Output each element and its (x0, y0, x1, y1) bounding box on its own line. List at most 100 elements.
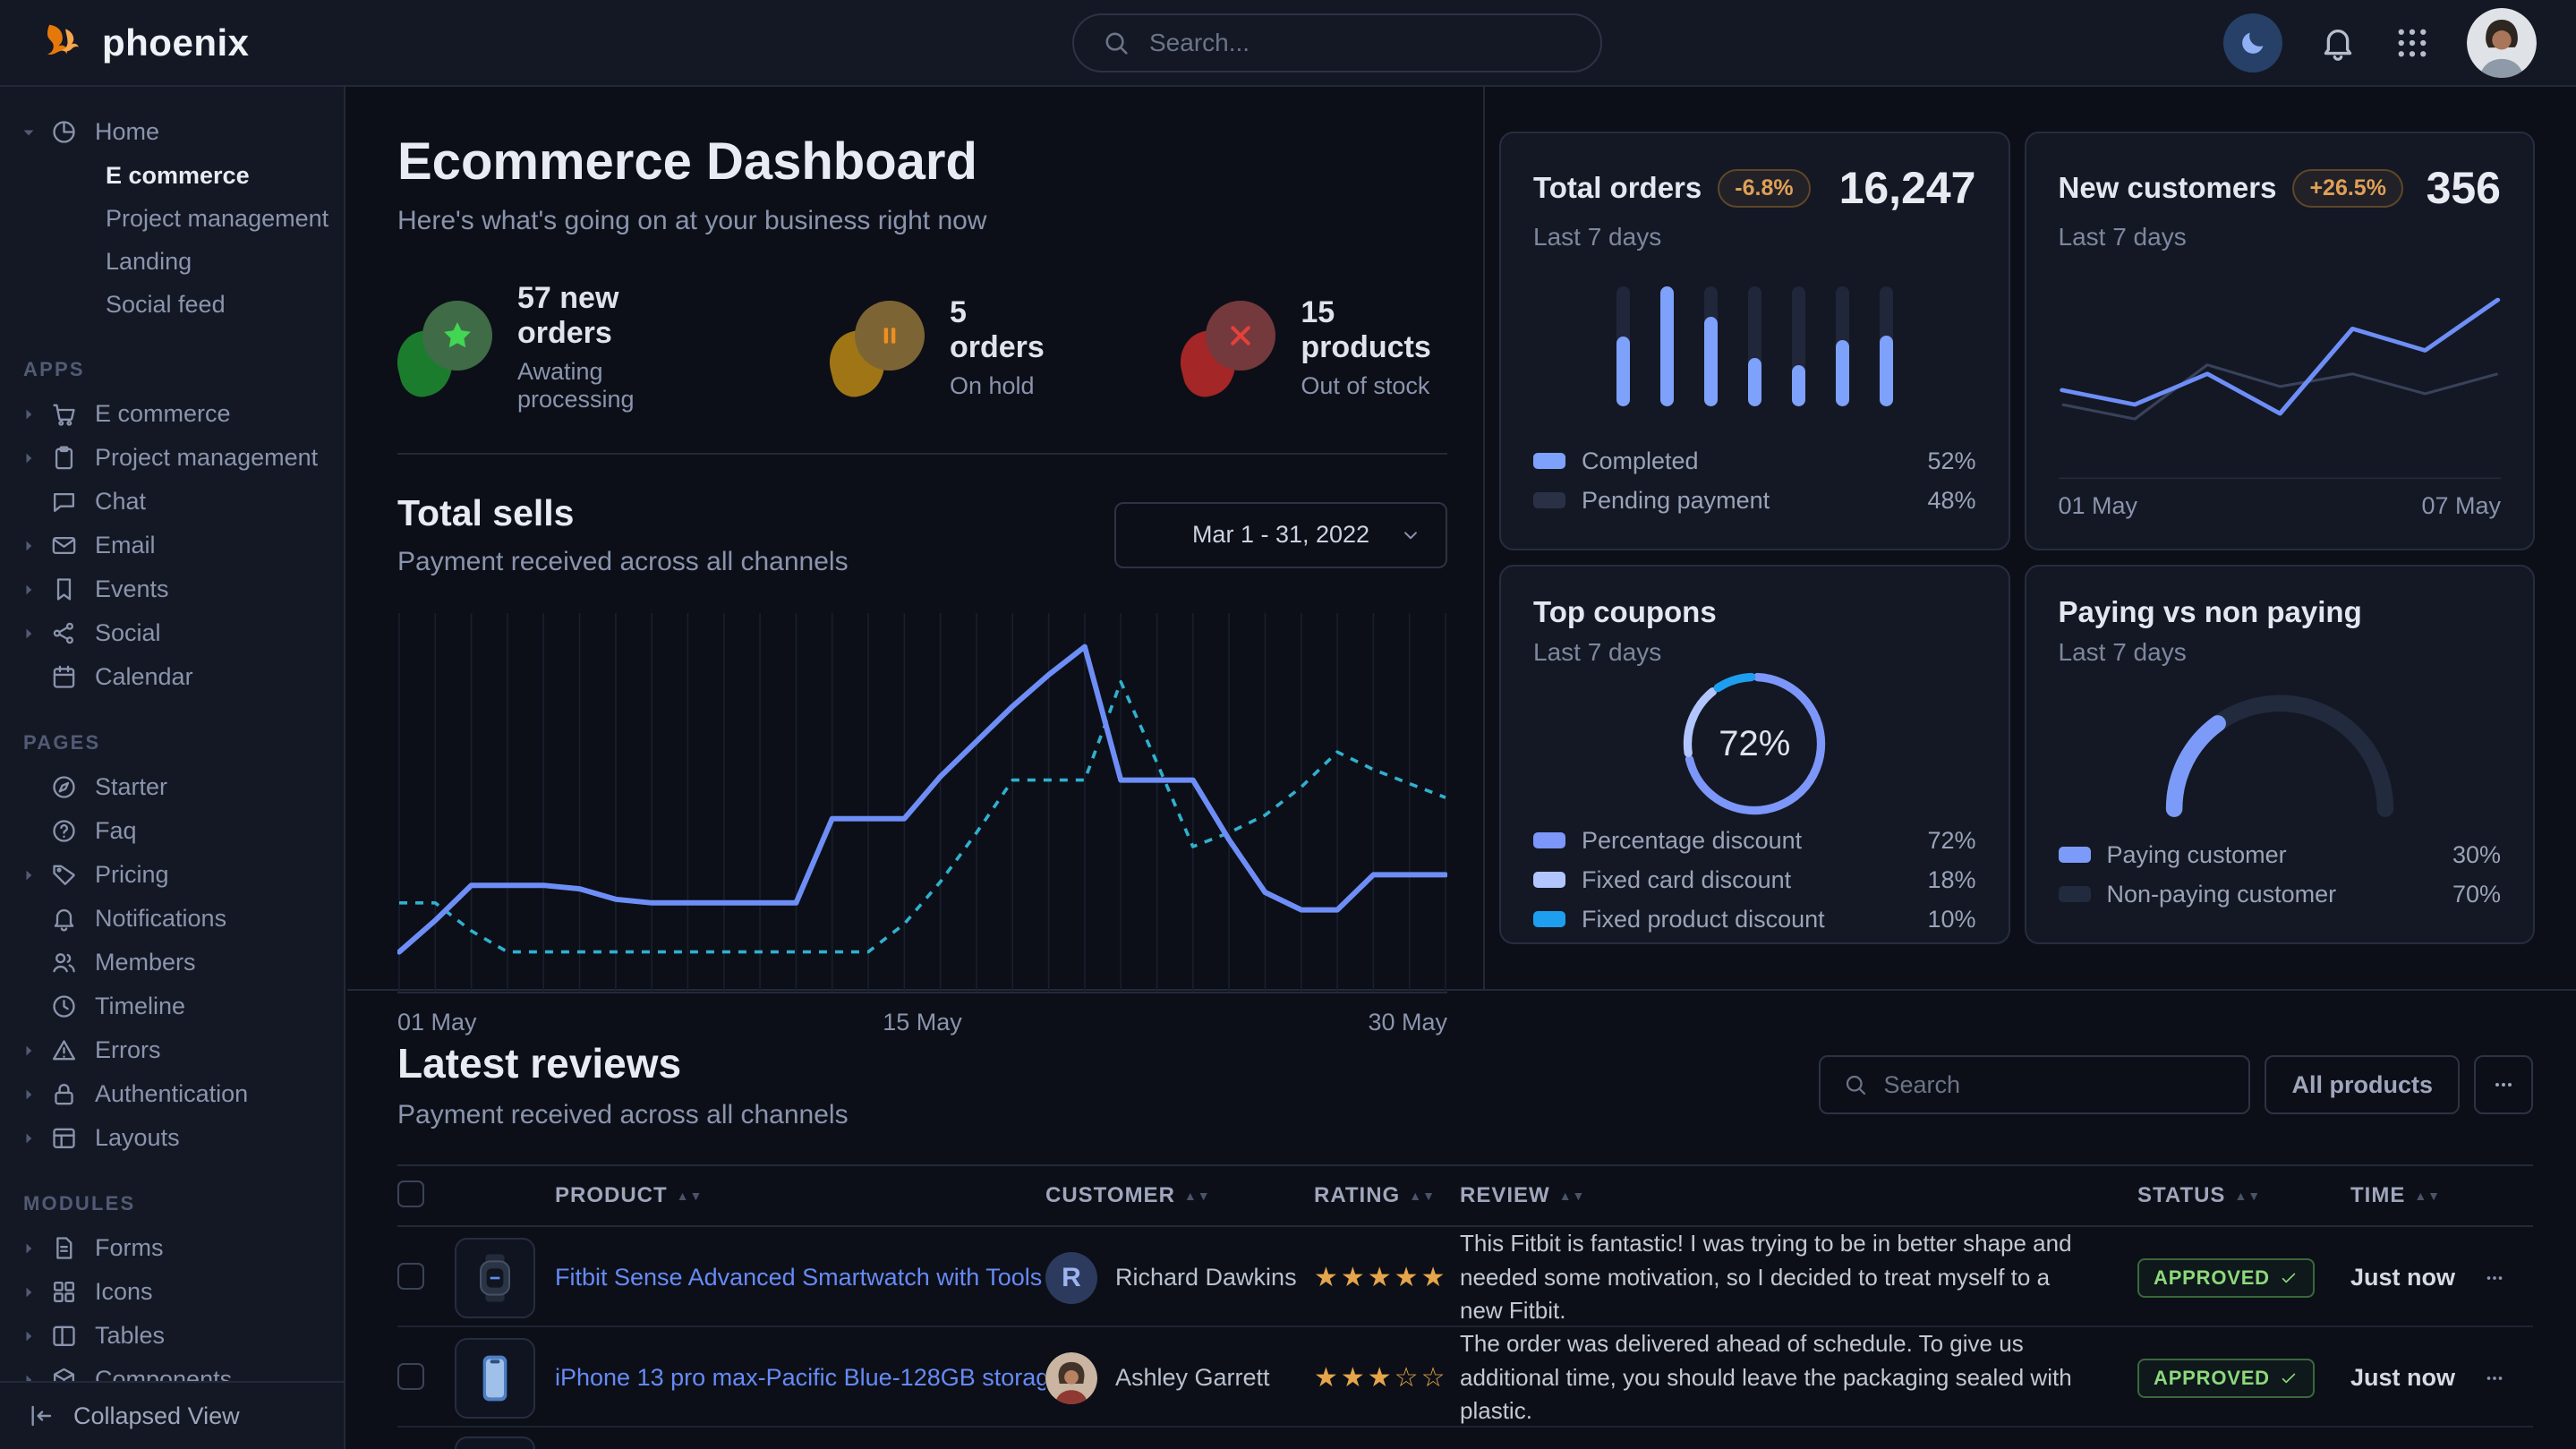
reviews-more-button[interactable] (2474, 1055, 2533, 1114)
sidebar-item-label: Project management (95, 444, 318, 472)
sidebar-item-starter[interactable]: Starter (0, 765, 344, 809)
global-search-input[interactable] (1149, 29, 1574, 57)
sidebar-item-forms[interactable]: Forms (0, 1226, 344, 1270)
total-sells-x-axis: 01 May 15 May 30 May (397, 1009, 1447, 1036)
check-icon (2279, 1368, 2299, 1388)
collapsed-view-toggle[interactable]: Collapsed View (0, 1381, 344, 1449)
apps-grid-button[interactable] (2393, 24, 2431, 62)
topbar-actions (2223, 8, 2537, 78)
sidebar-item-e-commerce[interactable]: E commerce (0, 392, 344, 436)
legend-swatch (1533, 453, 1565, 469)
collapsed-view-label: Collapsed View (73, 1402, 240, 1430)
sidebar-item-icons[interactable]: Icons (0, 1270, 344, 1314)
all-products-button[interactable]: All products (2265, 1055, 2460, 1114)
sidebar-subitem-social-feed[interactable]: Social feed (0, 283, 344, 326)
coupons-legend-item-0: Percentage discount 72% (1533, 821, 1976, 860)
sidebar-item-home[interactable]: Home (0, 110, 344, 154)
stat-1-art (830, 299, 926, 396)
total-sells-chart-svg (397, 608, 1447, 994)
select-all-checkbox[interactable] (397, 1181, 424, 1207)
sidebar-item-authentication[interactable]: Authentication (0, 1072, 344, 1116)
caret-right-icon (20, 537, 50, 555)
stat-0-caption: Awating processing (517, 358, 697, 413)
sidebar-item-tables[interactable]: Tables (0, 1314, 344, 1358)
sidebar-subitem-landing[interactable]: Landing (0, 240, 344, 283)
sidebar-item-notifications[interactable]: Notifications (0, 897, 344, 941)
row-menu-button[interactable] (2483, 1367, 2506, 1390)
total-sells-header: Total sells Payment received across all … (397, 492, 1447, 577)
reviews-title: Latest reviews (397, 1039, 849, 1087)
column-header-review[interactable]: REVIEW▲▼ (1460, 1183, 2137, 1208)
sidebar-item-layouts[interactable]: Layouts (0, 1116, 344, 1160)
row-checkbox[interactable] (397, 1363, 424, 1390)
stat-2-art (1181, 299, 1277, 396)
sidebar-item-social[interactable]: Social (0, 611, 344, 655)
caret-right-icon (20, 1086, 50, 1104)
product-link[interactable]: Fitbit Sense Advanced Smartwatch with To… (555, 1264, 1045, 1291)
sidebar-item-errors[interactable]: Errors (0, 1028, 344, 1072)
row-menu-button[interactable] (2483, 1266, 2506, 1290)
order-bar-4 (1792, 286, 1805, 406)
caret-right-icon (20, 1240, 50, 1257)
sidebar-item-label: Members (95, 949, 196, 976)
column-header-rating[interactable]: RATING▲▼ (1314, 1183, 1460, 1208)
legend-value: 48% (1927, 487, 1975, 515)
total-orders-legend: Completed 52% Pending payment 48% (1533, 441, 1976, 520)
caret-right-icon (20, 449, 50, 467)
sidebar-item-calendar[interactable]: Calendar (0, 655, 344, 699)
sidebar-item-faq[interactable]: Faq (0, 809, 344, 853)
notifications-button[interactable] (2318, 23, 2358, 63)
sidebar-item-label: Email (95, 532, 156, 559)
clock-icon (50, 993, 95, 1020)
reviews-search-input[interactable] (1883, 1071, 2227, 1099)
brand-logo[interactable]: phoenix (39, 19, 250, 67)
legend-label: Pending payment (1582, 487, 1770, 515)
order-bar-0 (1616, 286, 1630, 406)
reviews-search-icon (1842, 1071, 1869, 1098)
sidebar-subitem-e-commerce[interactable]: E commerce (0, 154, 344, 197)
sidebar-item-events[interactable]: Events (0, 567, 344, 611)
legend-label: Fixed card discount (1582, 866, 1791, 894)
paying-gauge-chart (2059, 667, 2502, 835)
sidebar-item-label: Chat (95, 488, 146, 516)
new-customers-title: New customers (2059, 171, 2277, 205)
total-sells-chart: 01 May 15 May 30 May (397, 608, 1447, 1036)
product-link[interactable]: iPhone 13 pro max-Pacific Blue-128GB sto… (555, 1364, 1045, 1392)
new-customers-change-badge: +26.5% (2292, 169, 2403, 208)
top-coupons-period: Last 7 days (1533, 638, 1976, 667)
theme-toggle-button[interactable] (2223, 13, 2282, 72)
reviews-subtitle: Payment received across all channels (397, 1100, 849, 1130)
reviews-table-body: Fitbit Sense Advanced Smartwatch with To… (397, 1227, 2533, 1449)
sidebar-subitem-project-management[interactable]: Project management (0, 197, 344, 240)
reviews-search[interactable] (1819, 1055, 2250, 1114)
paying-legend: Paying customer 30% Non-paying customer … (2059, 835, 2502, 914)
sidebar-section-modules: MODULES (0, 1160, 344, 1226)
row-checkbox[interactable] (397, 1263, 424, 1290)
sidebar-item-chat[interactable]: Chat (0, 480, 344, 524)
stat-1-caption: On hold (950, 372, 1048, 400)
sidebar-item-email[interactable]: Email (0, 524, 344, 567)
legend-label: Completed (1582, 447, 1699, 475)
compass-icon (50, 773, 95, 801)
stat-1: 5 orders On hold (830, 281, 1048, 413)
paying-legend-item-0: Paying customer 30% (2059, 835, 2502, 874)
column-header-customer[interactable]: CUSTOMER▲▼ (1045, 1183, 1314, 1208)
paying-title: Paying vs non paying (2059, 595, 2362, 629)
layout-icon (50, 1124, 95, 1152)
ellipsis-icon (2483, 1266, 2506, 1290)
sidebar-item-pricing[interactable]: Pricing (0, 853, 344, 897)
date-range-select[interactable]: Mar 1 - 31, 2022 (1114, 502, 1447, 568)
column-header-time[interactable]: TIME▲▼ (2350, 1183, 2483, 1208)
sidebar-item-project-management[interactable]: Project management (0, 436, 344, 480)
table-row: iPhone 13 pro max-Pacific Blue-128GB sto… (397, 1327, 2533, 1428)
sidebar-item-timeline[interactable]: Timeline (0, 984, 344, 1028)
user-avatar[interactable] (2467, 8, 2537, 78)
sidebar-item-members[interactable]: Members (0, 941, 344, 984)
column-header-product[interactable]: PRODUCT▲▼ (555, 1183, 1045, 1208)
global-search[interactable] (1072, 13, 1602, 72)
review-text: This Fitbit is fantastic! I was trying t… (1460, 1227, 2137, 1328)
question-circle-icon (50, 817, 95, 845)
phoenix-logo-icon (39, 19, 88, 67)
legend-value: 70% (2452, 881, 2501, 908)
column-header-status[interactable]: STATUS▲▼ (2137, 1183, 2350, 1208)
